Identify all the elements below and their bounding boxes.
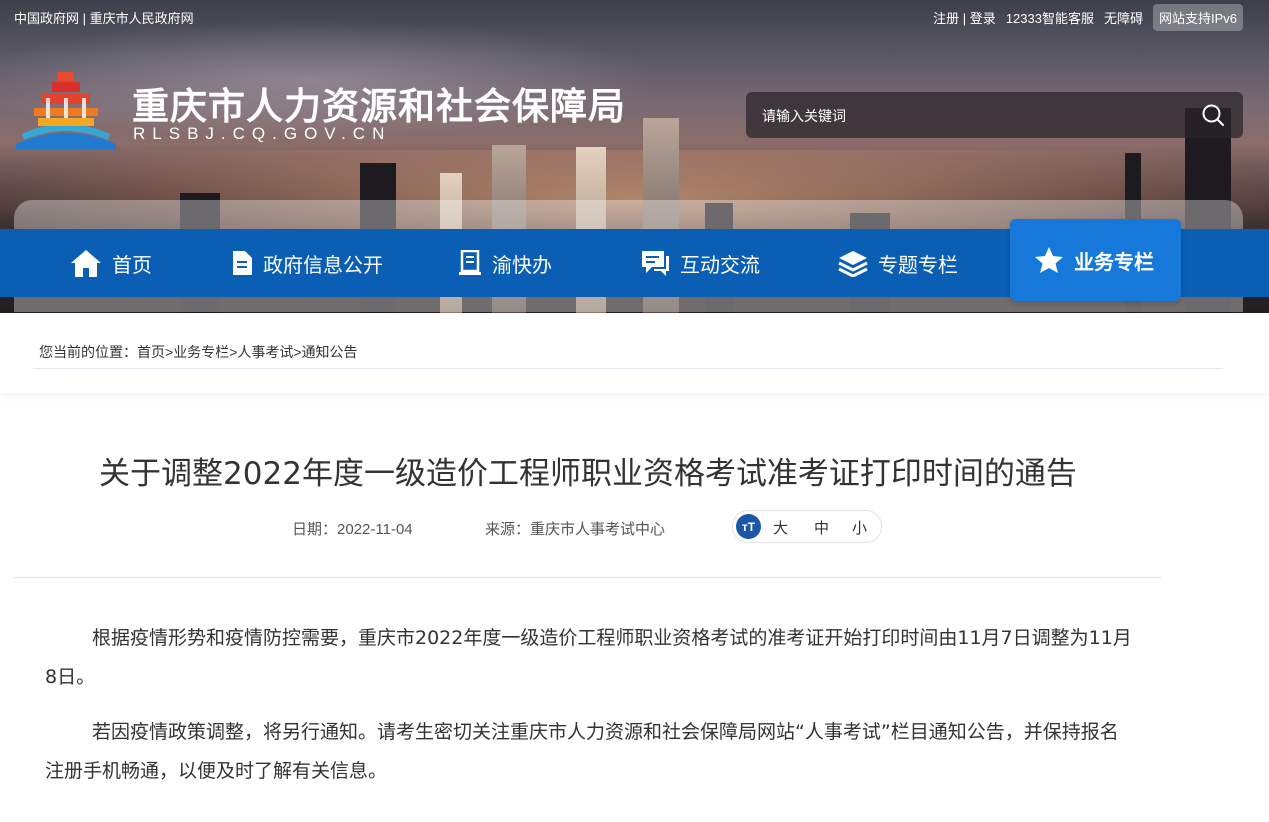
breadcrumb-bar: 您当前的位置：首页>业务专栏>人事考试>通知公告 xyxy=(0,313,1269,393)
nav-item-special-topics[interactable]: 专题专栏 xyxy=(838,229,958,297)
font-size-icon: тT xyxy=(736,514,761,539)
font-size-small[interactable]: 小 xyxy=(852,517,867,538)
breadcrumb-home[interactable]: 首页 xyxy=(137,344,165,360)
breadcrumb-separator: > xyxy=(293,344,302,360)
article-paragraph: 若因疫情政策调整，将另行通知。请考生密切关注重庆市人力资源和社会保障局网站“人事… xyxy=(45,721,1119,782)
font-size-large[interactable]: 大 xyxy=(773,517,788,538)
site-logo[interactable] xyxy=(12,70,118,150)
source-value: 重庆市人事考试中心 xyxy=(530,521,666,538)
chat-icon xyxy=(642,251,669,276)
top-links-right: 注册 | 登录 12333智能客服 无障碍 网站支持IPv6 xyxy=(933,4,1243,31)
nav-item-interaction[interactable]: 互动交流 xyxy=(640,229,760,297)
breadcrumb-prefix: 您当前的位置： xyxy=(39,344,137,360)
font-size-switcher: тT 大 中 小 xyxy=(732,510,882,543)
nav-item-business[interactable]: 业务专栏 xyxy=(1010,219,1181,301)
article-paragraph: 根据疫情形势和疫情防控需要，重庆市2022年度一级造价工程师职业资格考试的准考证… xyxy=(45,627,1132,688)
article-source: 来源：重庆市人事考试中心 xyxy=(485,518,665,539)
article-date: 日期：2022-11-04 xyxy=(292,518,413,539)
source-label: 来源： xyxy=(485,521,531,538)
nav-label: 专题专栏 xyxy=(878,252,958,277)
smart-service-link[interactable]: 12333智能客服 xyxy=(1006,8,1094,27)
site-domain: RLSBJ.CQ.GOV.CN xyxy=(133,124,392,143)
search-icon[interactable] xyxy=(1201,103,1225,127)
date-label: 日期： xyxy=(292,521,338,538)
search-input[interactable] xyxy=(760,92,1184,140)
breadcrumb: 您当前的位置：首页>业务专栏>人事考试>通知公告 xyxy=(39,342,358,362)
site-title[interactable]: 重庆市人力资源和社会保障局 xyxy=(132,76,626,130)
nav-label: 渝快办 xyxy=(492,252,552,277)
top-separator: | xyxy=(962,11,967,26)
top-bar: 中国政府网 | 重庆市人民政府网 注册 | 登录 12333智能客服 无障碍 网… xyxy=(0,0,1269,31)
nav-item-home[interactable]: 首页 xyxy=(70,229,152,297)
font-size-medium[interactable]: 中 xyxy=(814,517,829,538)
article-divider xyxy=(14,577,1161,578)
home-icon xyxy=(71,250,101,277)
accessibility-link[interactable]: 无障碍 xyxy=(1104,8,1143,27)
nav-label: 互动交流 xyxy=(680,252,760,277)
top-links-left: 中国政府网 | 重庆市人民政府网 xyxy=(14,8,194,27)
municipal-portal-link[interactable]: 重庆市人民政府网 xyxy=(90,11,194,26)
breadcrumb-personnel-exam[interactable]: 人事考试 xyxy=(237,344,293,360)
star-icon xyxy=(1035,247,1063,273)
nav-label: 政府信息公开 xyxy=(263,252,383,277)
breadcrumb-divider xyxy=(33,368,1223,369)
nav-label: 首页 xyxy=(112,252,152,277)
breadcrumb-notices[interactable]: 通知公告 xyxy=(302,344,358,360)
ipv6-badge: 网站支持IPv6 xyxy=(1152,4,1243,31)
clipboard-icon xyxy=(459,250,481,275)
nav-item-business-inner: 业务专栏 xyxy=(1034,226,1154,294)
breadcrumb-business[interactable]: 业务专栏 xyxy=(173,344,229,360)
nav-item-yukuaiban[interactable]: 渝快办 xyxy=(458,229,552,297)
date-value: 2022-11-04 xyxy=(337,521,413,538)
document-icon xyxy=(233,251,252,275)
breadcrumb-separator: > xyxy=(165,344,174,360)
search-box xyxy=(746,92,1243,140)
login-link[interactable]: 登录 xyxy=(970,11,996,26)
gov-portal-link[interactable]: 中国政府网 xyxy=(14,11,79,26)
nav-label: 业务专栏 xyxy=(1074,249,1154,274)
nav-item-gov-info[interactable]: 政府信息公开 xyxy=(231,229,383,297)
article-title: 关于调整2022年度一级造价工程师职业资格考试准考证打印时间的通告 xyxy=(99,456,1077,492)
top-separator: | xyxy=(82,11,87,26)
register-link[interactable]: 注册 xyxy=(933,11,959,26)
layers-icon xyxy=(838,251,868,277)
